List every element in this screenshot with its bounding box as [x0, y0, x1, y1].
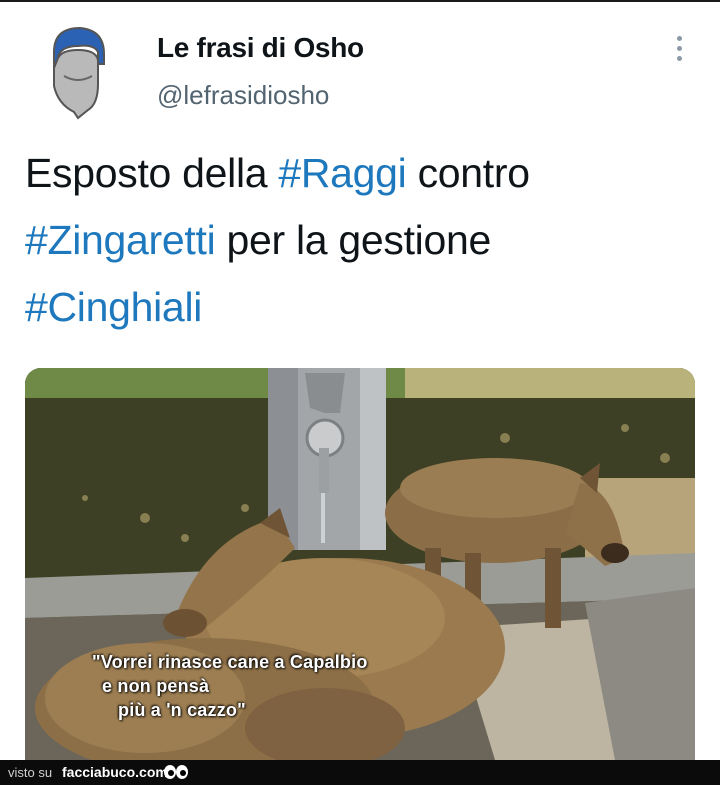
hashtag-raggi[interactable]: #Raggi [278, 150, 406, 196]
tweet-text-segment: Esposto della [25, 150, 279, 196]
bearded-man-avatar-icon [53, 26, 105, 120]
top-border [0, 0, 720, 2]
caption-line-3: più a 'n cazzo" [118, 700, 246, 720]
tweet-text: Esposto della #Raggi contro #Zingaretti … [25, 140, 705, 341]
more-options-icon[interactable] [672, 36, 686, 68]
author-display-name[interactable]: Le frasi di Osho [157, 32, 364, 64]
tweet-line-3: #Cinghiali [25, 274, 705, 341]
tweet-text-segment: per la gestione [215, 217, 492, 263]
watermark-footer: visto su facciabuco.com [0, 760, 720, 785]
tweet-line-2: #Zingaretti per la gestione [25, 207, 705, 274]
tweet-line-1: Esposto della #Raggi contro [25, 140, 705, 207]
tweet-text-segment: contro [406, 150, 530, 196]
footer-visto-su: visto su [8, 765, 53, 780]
hashtag-cinghiali[interactable]: #Cinghiali [25, 284, 202, 330]
photo-caption: "Vorrei rinasce cane a Capalbio e non pe… [92, 650, 452, 722]
author-avatar[interactable] [48, 24, 108, 122]
hashtag-zingaretti[interactable]: #Zingaretti [25, 217, 216, 263]
footer-brand-link[interactable]: facciabuco.com [62, 764, 168, 780]
caption-line-2: e non pensà [102, 676, 210, 696]
eyes-icon [163, 763, 189, 784]
caption-line-1: "Vorrei rinasce cane a Capalbio [92, 652, 368, 672]
author-handle[interactable]: @lefrasidiosho [157, 80, 329, 111]
